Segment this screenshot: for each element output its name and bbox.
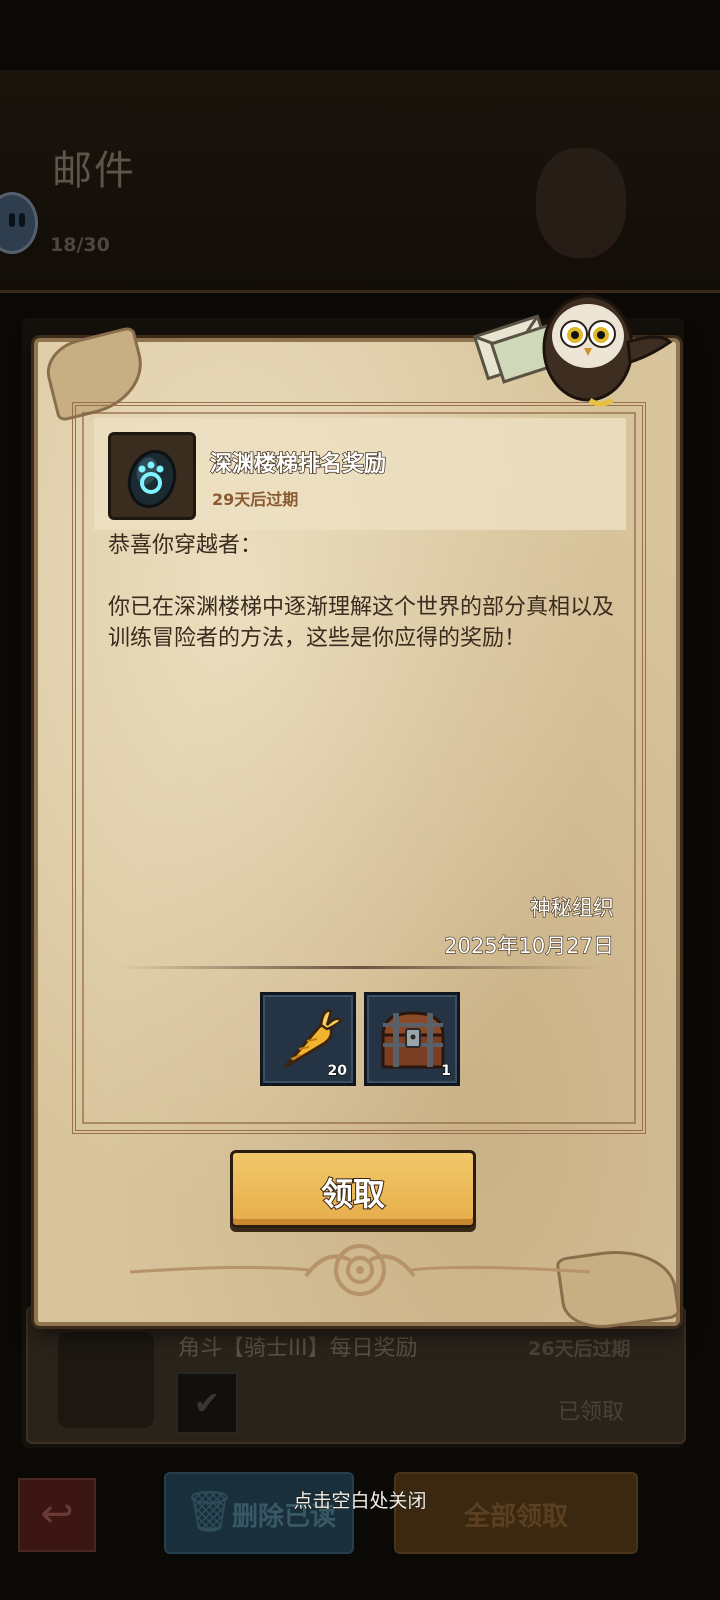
mask-icon [58, 1332, 154, 1428]
reward-quantity: 1 [441, 1063, 452, 1080]
checkmark-icon: ✔ [176, 1372, 238, 1434]
divider [118, 966, 602, 969]
close-hint[interactable]: 点击空白处关闭 [0, 1486, 720, 1513]
mail-date: 2025年10月27日 [444, 933, 615, 958]
owl-mascot-background [536, 148, 626, 258]
owl-mascot-icon [472, 294, 673, 407]
ornament-decoration [130, 1244, 590, 1296]
reward-quantity: 20 [327, 1063, 348, 1080]
mail-list-item-title: 角斗【骑士III】每日奖励 [178, 1336, 418, 1361]
mail-screen-title: 邮件 [52, 148, 136, 194]
mail-list-item-expiry: 26天后过期 [528, 1338, 631, 1360]
treasure-chest-icon [381, 1011, 445, 1069]
mail-sender: 神秘组织 [529, 895, 614, 920]
mail-count: 18/30 [50, 234, 110, 256]
mail-body: 恭喜你穿越者： 你已在深渊楼梯中逐渐理解这个世界的部分真相以及训练冒险者的方法，… [108, 533, 615, 651]
reward-slot[interactable]: 1 [364, 992, 460, 1086]
abyss-stone-icon [108, 432, 196, 520]
claim-button-label: 领取 [320, 1174, 386, 1214]
claim-button[interactable]: 领取 [230, 1150, 476, 1228]
delete-read-button[interactable]: 🗑 删除已读 [164, 1472, 354, 1554]
mail-title: 深渊楼梯排名奖励 [209, 451, 387, 477]
mail-list-item[interactable]: 角斗【骑士III】每日奖励 26天后过期 ✔ 已领取 [26, 1306, 686, 1444]
mail-expiry: 29天后过期 [212, 490, 299, 509]
mail-list-item-status: 已领取 [558, 1400, 625, 1425]
reward-slot[interactable]: 20 [260, 992, 356, 1086]
claim-all-button[interactable]: 全部领取 [394, 1472, 638, 1554]
